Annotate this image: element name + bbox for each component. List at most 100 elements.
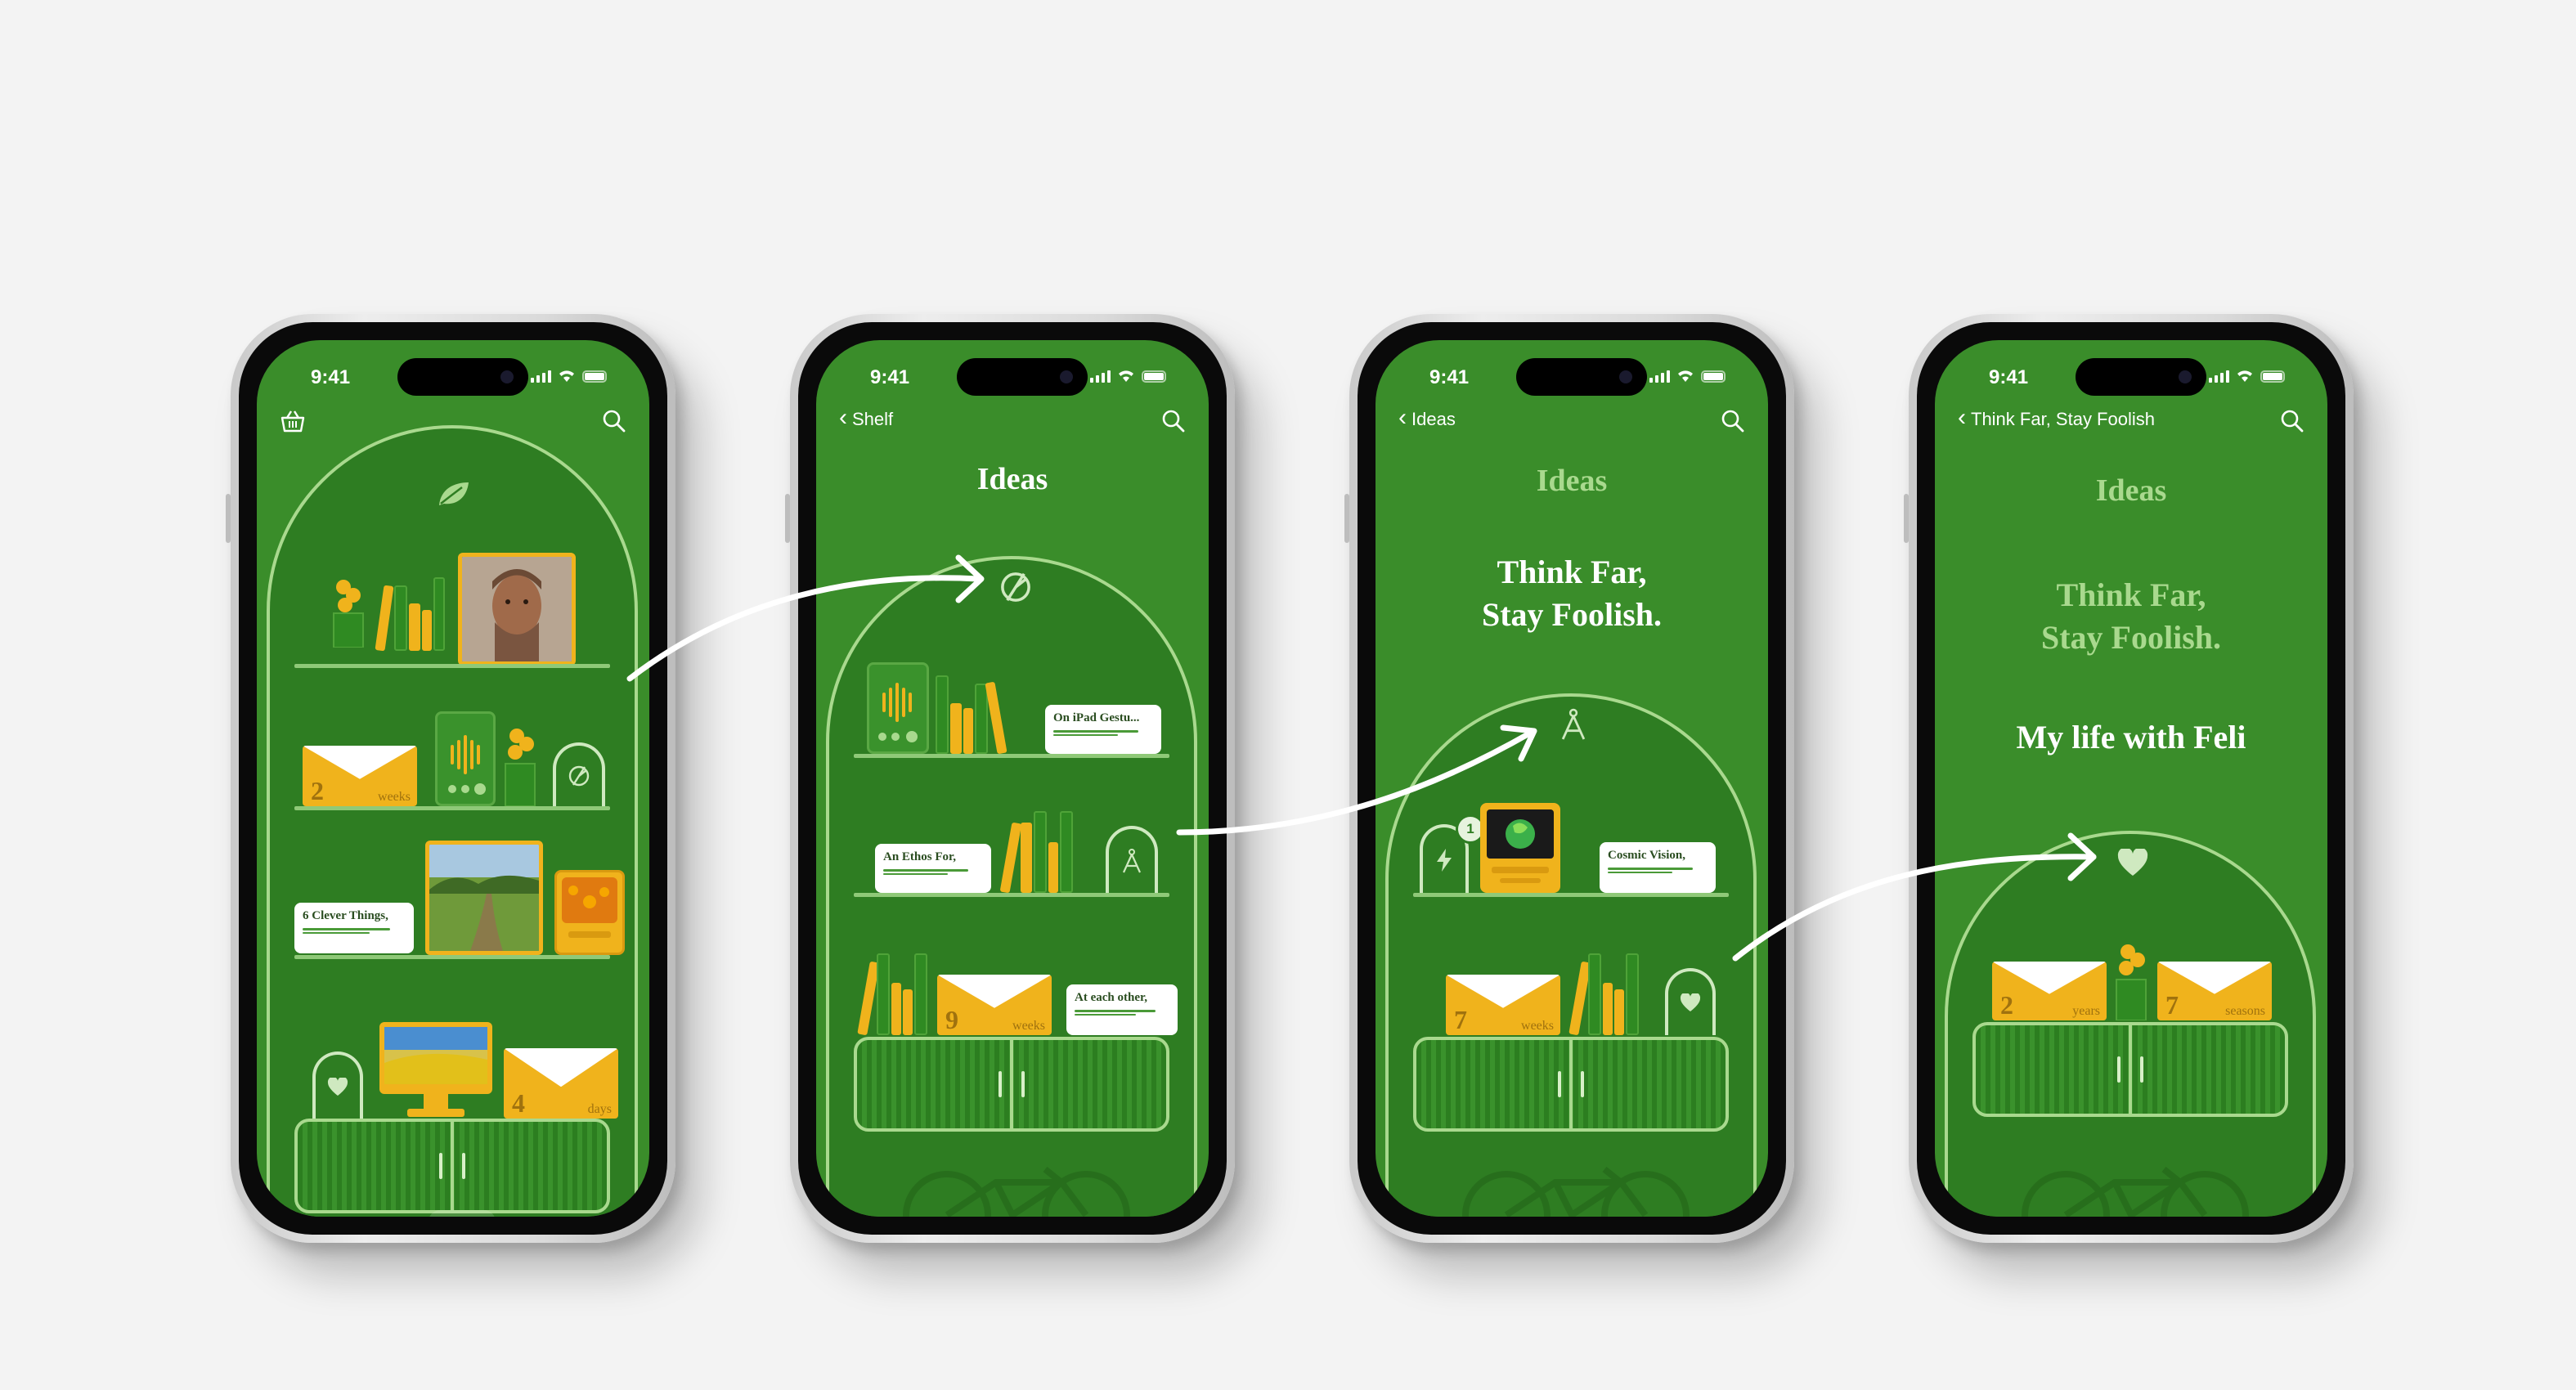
book[interactable] <box>1626 953 1639 1035</box>
chevron-left-icon: ‹ <box>1398 404 1407 431</box>
book[interactable] <box>903 989 913 1035</box>
ideas-screen: 9:41 ‹ Shelf Ideas On iPad Gestu... An Et <box>816 340 1209 1217</box>
mini-arch-heart[interactable] <box>312 1051 363 1120</box>
book[interactable] <box>1060 811 1073 893</box>
envelope-4-days[interactable]: 4 days <box>504 1048 618 1119</box>
wifi-icon <box>2237 370 2252 382</box>
cabinet[interactable] <box>854 1037 1169 1132</box>
bicycle-icon <box>2022 1166 2249 1217</box>
status-time: 9:41 <box>870 366 910 388</box>
cabinet[interactable] <box>1413 1037 1729 1132</box>
book[interactable] <box>1588 953 1601 1035</box>
book[interactable] <box>1021 823 1032 893</box>
book[interactable] <box>914 953 927 1035</box>
shelf-one <box>854 754 1169 758</box>
search-icon[interactable] <box>1721 409 1745 433</box>
search-icon[interactable] <box>602 409 626 433</box>
cellular-icon <box>2209 370 2229 383</box>
back-button[interactable]: ‹ Shelf <box>839 404 893 431</box>
page-indicator[interactable] <box>429 1210 496 1217</box>
book[interactable] <box>433 577 445 651</box>
heart-icon <box>2117 849 2148 876</box>
book[interactable] <box>422 610 432 651</box>
envelope-7-weeks[interactable]: 7 weeks <box>1446 975 1560 1035</box>
lightning-icon <box>1437 849 1452 872</box>
shelf-two <box>854 893 1169 897</box>
idea-card[interactable]: An Ethos For, <box>875 844 991 893</box>
back-button[interactable]: ‹ Ideas <box>1398 404 1456 431</box>
envelope-7-seasons[interactable]: 7 seasons <box>2157 962 2272 1020</box>
battery-icon <box>582 370 607 383</box>
shelf-screen: 9:41 2 weeks 6 Clever Things, 4 days <box>257 340 649 1217</box>
shelf-third <box>294 955 610 959</box>
book[interactable] <box>975 684 988 754</box>
book[interactable] <box>394 585 407 651</box>
mini-arch-heart[interactable] <box>1665 968 1716 1035</box>
book[interactable] <box>950 703 962 754</box>
leaf-icon <box>439 482 469 505</box>
parent-title: Think Far, Stay Foolish. <box>2040 576 2222 656</box>
envelope-2-weeks[interactable]: 2 weeks <box>303 746 417 806</box>
computer-photo[interactable] <box>1480 803 1560 893</box>
battery-icon <box>2260 370 2285 383</box>
basket-icon[interactable] <box>280 409 306 433</box>
shelf-second <box>294 806 610 810</box>
status-icons <box>1090 368 1166 383</box>
page-title: Think Far, Stay Foolish. <box>1481 554 1663 633</box>
back-button[interactable]: ‹ Think Far, Stay Foolish <box>1958 404 2155 431</box>
parent-title: Ideas <box>1536 464 1608 498</box>
book[interactable] <box>1034 811 1047 893</box>
book[interactable] <box>1048 842 1058 893</box>
book[interactable] <box>409 603 420 651</box>
book[interactable] <box>1614 989 1624 1035</box>
chevron-left-icon: ‹ <box>1958 404 1966 431</box>
gauge-icon <box>1001 572 1030 602</box>
cabinet[interactable] <box>1972 1022 2288 1117</box>
bicycle-icon <box>903 1166 1130 1217</box>
mini-arch-ideas[interactable] <box>553 742 605 806</box>
cabinet[interactable] <box>294 1119 610 1213</box>
flower-pot <box>332 577 365 652</box>
idea-card[interactable]: At each other, <box>1066 984 1178 1035</box>
status-time: 9:41 <box>1429 366 1470 388</box>
dynamic-island <box>2076 358 2206 396</box>
cellular-icon <box>1649 370 1670 383</box>
audio-player[interactable] <box>435 711 496 806</box>
status-time: 9:41 <box>1989 366 2029 388</box>
compass-icon <box>1122 849 1142 873</box>
phone-shelf: 9:41 2 weeks 6 Clever Things, 4 days <box>226 314 675 1243</box>
status-icons <box>531 368 607 383</box>
envelope-9-weeks[interactable]: 9 weeks <box>937 975 1052 1035</box>
book[interactable] <box>963 708 973 754</box>
envelope-2-years[interactable]: 2 years <box>1992 962 2107 1020</box>
search-icon[interactable] <box>1161 409 1186 433</box>
audio-player[interactable] <box>867 662 929 754</box>
dynamic-island <box>397 358 528 396</box>
chevron-left-icon: ‹ <box>839 404 847 431</box>
flower-pot <box>2115 942 2147 1025</box>
landscape-photo[interactable] <box>425 841 543 955</box>
page-title: Ideas <box>976 462 1048 496</box>
gauge-icon <box>568 765 590 787</box>
think-far-screen: 9:41 ‹ Ideas Ideas Think Far, Stay Foolis… <box>1376 340 1768 1217</box>
idea-card[interactable]: On iPad Gestu... <box>1045 705 1161 754</box>
book[interactable] <box>877 953 890 1035</box>
book[interactable] <box>936 675 949 754</box>
photo-frame-flowers[interactable] <box>554 870 625 955</box>
wifi-icon <box>1678 370 1693 382</box>
portrait-photo[interactable] <box>458 553 576 666</box>
dynamic-island <box>1516 358 1647 396</box>
wifi-icon <box>559 370 574 382</box>
search-icon[interactable] <box>2280 409 2304 433</box>
phone-ideas: 9:41 ‹ Shelf Ideas On iPad Gestu... An Et <box>785 314 1235 1243</box>
book[interactable] <box>891 983 901 1035</box>
mini-arch-compass[interactable] <box>1106 826 1158 893</box>
shelf-one <box>1413 893 1729 897</box>
imac-photo[interactable] <box>379 1022 492 1119</box>
idea-card[interactable]: Cosmic Vision, <box>1600 842 1716 893</box>
idea-card[interactable]: 6 Clever Things, <box>294 903 414 953</box>
book[interactable] <box>1603 983 1613 1035</box>
cellular-icon <box>531 370 551 383</box>
battery-icon <box>1142 370 1166 383</box>
grandparent-title: Ideas <box>2095 473 2167 508</box>
